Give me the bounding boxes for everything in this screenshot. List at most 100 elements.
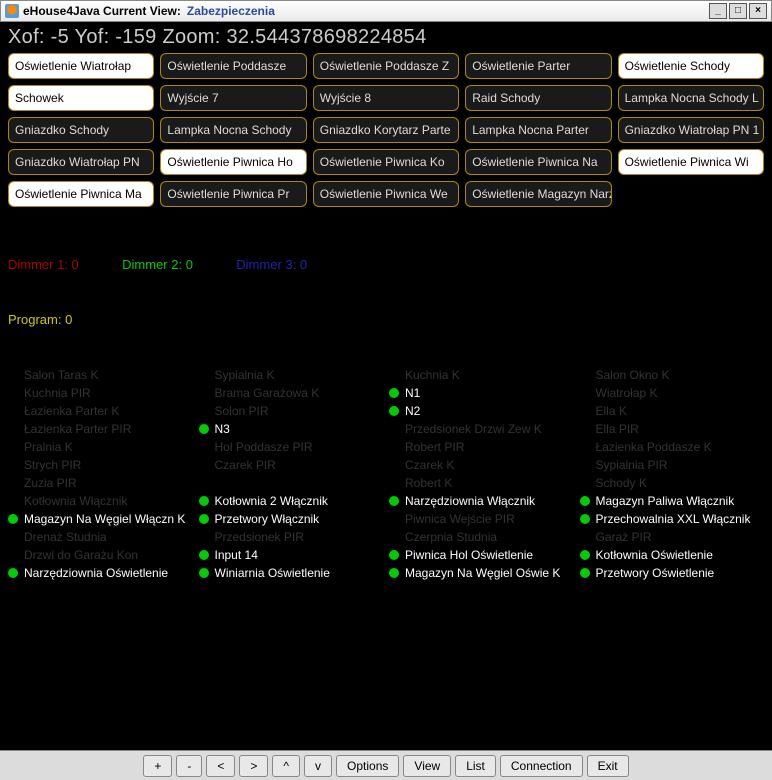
dimmer-row: Dimmer 1: 0 Dimmer 2: 0 Dimmer 3: 0 — [8, 257, 764, 272]
status-dot-icon — [389, 388, 399, 398]
sensor-label: Czerpnia Studnia — [405, 530, 497, 544]
maximize-button[interactable]: □ — [729, 3, 747, 19]
grid-button[interactable]: Oświetlenie Piwnica Pr — [160, 181, 306, 207]
sensor-item: Salon Okno K — [580, 367, 765, 383]
grid-button[interactable]: Gniazdko Wiatrołap PN — [8, 149, 154, 175]
sensor-label: Drzwi do Garażu Kon — [24, 548, 138, 562]
sensor-label: Piwnica Wejście PIR — [405, 512, 515, 526]
sensor-item: Ella PIR — [580, 421, 765, 437]
sensor-item: Schody K — [580, 475, 765, 491]
sensor-item: Sypialnia PIR — [580, 457, 765, 473]
sensor-label: N3 — [215, 422, 230, 436]
grid-button[interactable]: Gniazdko Korytarz Parte — [313, 117, 459, 143]
status-dot-icon — [8, 514, 18, 524]
sensor-item: Robert K — [389, 475, 574, 491]
grid-button[interactable]: Oświetlenie Piwnica Wi — [618, 149, 764, 175]
sensor-item: Kotłownia Oświetlenie — [580, 547, 765, 563]
toolbar-button[interactable]: v — [304, 755, 332, 777]
sensor-label: Kuchnia K — [405, 368, 460, 382]
grid-button[interactable]: Oświetlenie Piwnica Na — [465, 149, 611, 175]
toolbar-button[interactable]: View — [403, 755, 451, 777]
grid-button[interactable]: Oświetlenie Piwnica We — [313, 181, 459, 207]
content-area: Xof: -5 Yof: -159 Zoom: 32.5443786982248… — [0, 22, 772, 750]
toolbar-button[interactable]: < — [206, 755, 235, 777]
sensor-label: Czarek PIR — [215, 458, 276, 472]
toolbar-button[interactable]: ^ — [272, 755, 300, 777]
sensor-label: Narzędziownia Oświetlenie — [24, 566, 168, 580]
sensor-label: Kotłownia Oświetlenie — [596, 548, 713, 562]
sensor-item: Piwnica Wejście PIR — [389, 511, 574, 527]
sensor-label: Solon PIR — [215, 404, 269, 418]
sensor-item: Przedsionek PIR — [199, 529, 384, 545]
button-grid: Oświetlenie WiatrołapOświetlenie Poddasz… — [8, 53, 764, 207]
sensor-item: Narzędziownia Oświetlenie — [8, 565, 193, 581]
sensor-item: Magazyn Na Węgiel Oświe K — [389, 565, 574, 581]
grid-button[interactable]: Oświetlenie Piwnica Ko — [313, 149, 459, 175]
sensor-label: Sypialnia PIR — [596, 458, 668, 472]
sensor-label: N1 — [405, 386, 420, 400]
sensor-item: Wiatrołap K — [580, 385, 765, 401]
grid-button[interactable]: Lampka Nocna Parter — [465, 117, 611, 143]
toolbar-button[interactable]: > — [239, 755, 268, 777]
sensor-label: Kotłownia 2 Włącznik — [215, 494, 328, 508]
grid-button[interactable]: Wyjście 8 — [313, 85, 459, 111]
status-dot-icon — [199, 550, 209, 560]
sensor-label: N2 — [405, 404, 420, 418]
toolbar-button[interactable]: Connection — [500, 755, 583, 777]
grid-button[interactable]: Oświetlenie Schody — [618, 53, 764, 79]
sensor-label: Strych PIR — [24, 458, 81, 472]
sensor-label: Przetwory Włącznik — [215, 512, 320, 526]
grid-button[interactable]: Oświetlenie Piwnica Ho — [160, 149, 306, 175]
grid-button[interactable]: Gniazdko Schody — [8, 117, 154, 143]
grid-button[interactable]: Oświetlenie Parter — [465, 53, 611, 79]
grid-button[interactable]: Gniazdko Wiatrołap PN 1 — [618, 117, 764, 143]
toolbar-button[interactable]: - — [176, 755, 202, 777]
sensor-item: Łazienka Parter PIR — [8, 421, 193, 437]
toolbar-button[interactable]: Exit — [587, 755, 629, 777]
close-button[interactable]: × — [749, 3, 767, 19]
grid-button[interactable]: Oświetlenie Poddasze Z — [313, 53, 459, 79]
status-dot-icon — [8, 568, 18, 578]
toolbar-button[interactable]: List — [455, 755, 496, 777]
sensor-label: Hol Poddasze PIR — [215, 440, 313, 454]
sensor-label: Przedsionek PIR — [215, 530, 304, 544]
grid-button[interactable]: Oświetlenie Magazyn Narzędzia — [465, 181, 611, 207]
sensor-label: Wiatrołap K — [596, 386, 658, 400]
sensor-label: Pralnia K — [24, 440, 73, 454]
sensor-label: Magazyn Na Węgiel Oświe K — [405, 566, 560, 580]
grid-button[interactable]: Wyjście 7 — [160, 85, 306, 111]
grid-button[interactable]: Lampka Nocna Schody — [160, 117, 306, 143]
status-dot-icon — [580, 550, 590, 560]
grid-button[interactable]: Raid Schody — [465, 85, 611, 111]
minimize-button[interactable]: _ — [709, 3, 727, 19]
sensor-item: Czerpnia Studnia — [389, 529, 574, 545]
sensor-item: Przechowalnia XXL Włącznik — [580, 511, 765, 527]
toolbar-button[interactable]: Options — [336, 755, 399, 777]
status-dot-icon — [580, 496, 590, 506]
sensor-label: Magazyn Na Węgiel Włączn K — [24, 512, 185, 526]
sensor-item: Solon PIR — [199, 403, 384, 419]
bottom-toolbar: +-<>^vOptionsViewListConnectionExit — [0, 750, 772, 780]
sensor-item: Magazyn Paliwa Włącznik — [580, 493, 765, 509]
sensor-item: Input 14 — [199, 547, 384, 563]
grid-button[interactable]: Schowek — [8, 85, 154, 111]
sensor-label: Input 14 — [215, 548, 258, 562]
sensor-label: Przedsionek Drzwi Zew K — [405, 422, 542, 436]
sensor-label: Garaż PIR — [596, 530, 652, 544]
sensor-label: Ella PIR — [596, 422, 639, 436]
sensor-item: Winiarnia Oświetlenie — [199, 565, 384, 581]
sensor-label: Kotłownia Włącznik — [24, 494, 127, 508]
sensor-label: Robert PIR — [405, 440, 464, 454]
grid-button[interactable]: Oświetlenie Wiatrołap — [8, 53, 154, 79]
sensor-grid: Salon Taras KSypialnia KKuchnia KSalon O… — [8, 367, 764, 581]
grid-button[interactable]: Oświetlenie Poddasze — [160, 53, 306, 79]
sensor-label: Przechowalnia XXL Włącznik — [596, 512, 751, 526]
toolbar-button[interactable]: + — [143, 755, 172, 777]
status-dot-icon — [389, 406, 399, 416]
grid-button[interactable]: Lampka Nocna Schody L — [618, 85, 764, 111]
grid-button[interactable]: Oświetlenie Piwnica Ma — [8, 181, 154, 207]
sensor-label: Winiarnia Oświetlenie — [215, 566, 330, 580]
sensor-item: Narzędziownia Włącznik — [389, 493, 574, 509]
sensor-label: Zuzia PIR — [24, 476, 77, 490]
sensor-item: Zuzia PIR — [8, 475, 193, 491]
